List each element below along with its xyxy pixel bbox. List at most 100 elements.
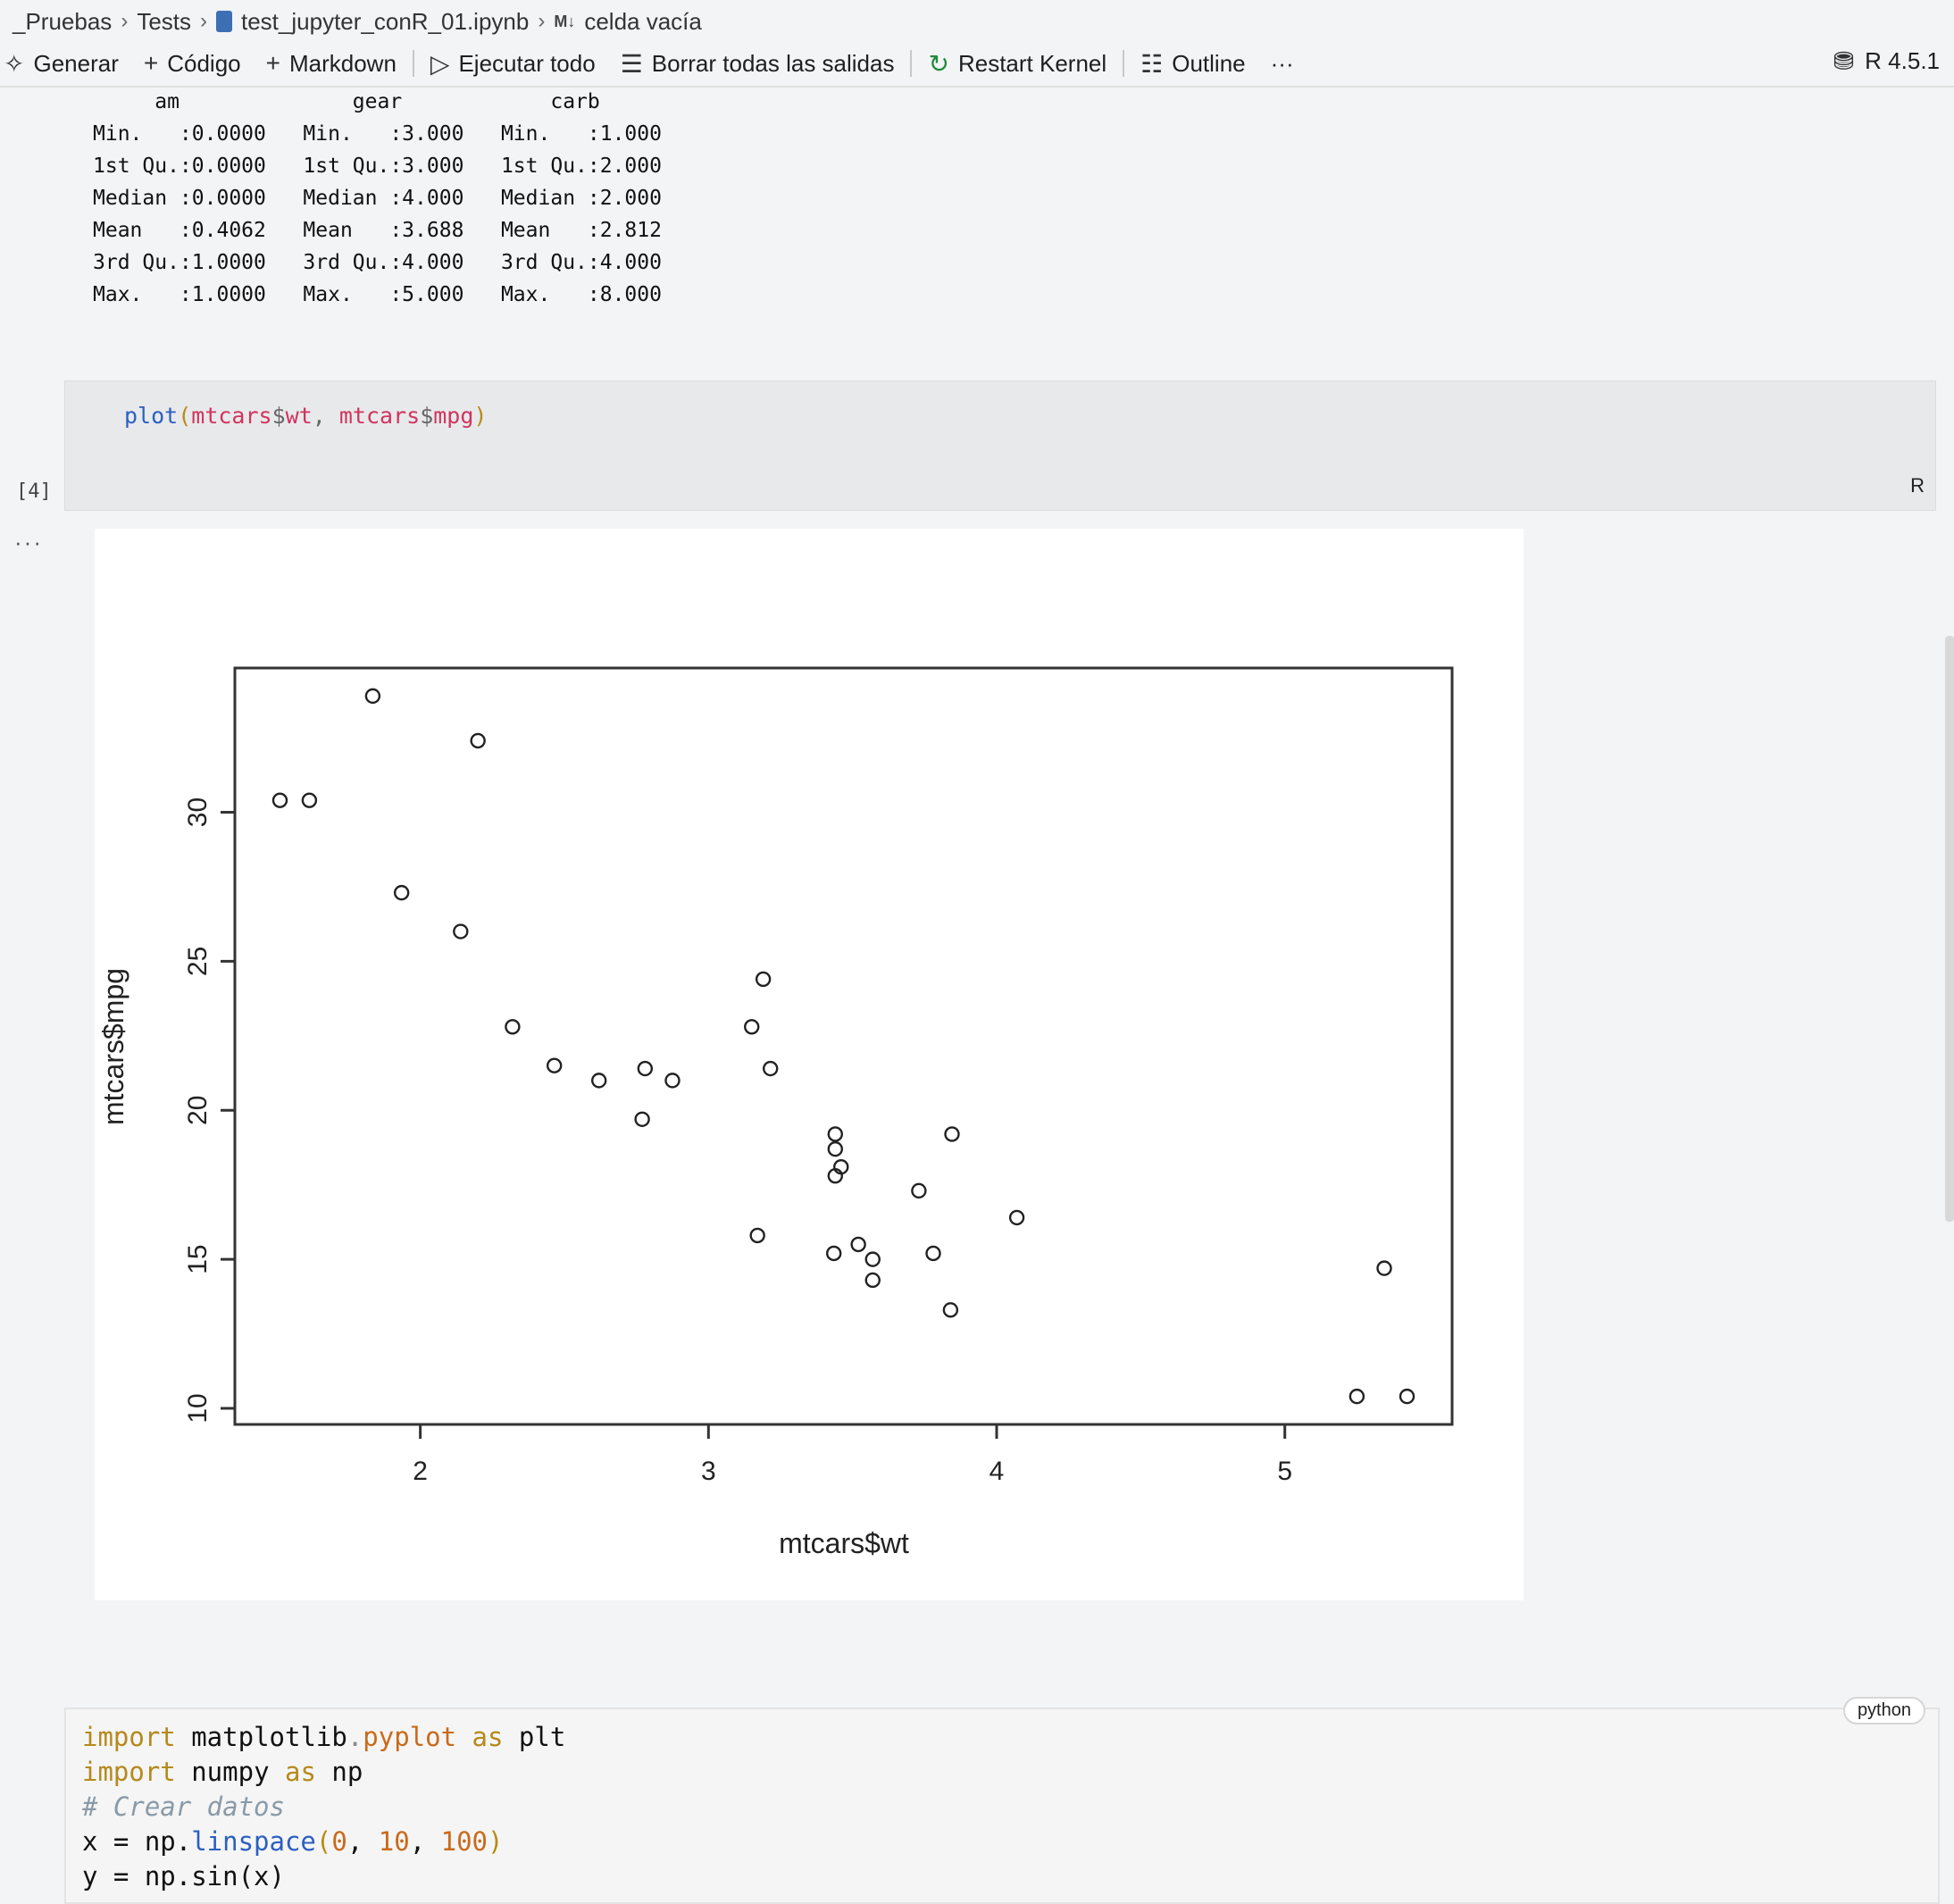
data-point	[864, 1272, 881, 1289]
data-point	[590, 1073, 607, 1089]
data-point	[755, 971, 772, 988]
summary-row: 3rd Qu.:1.0000 3rd Qu.:4.000 3rd Qu.:4.0…	[93, 251, 687, 274]
output-menu-button[interactable]: ···	[14, 529, 43, 556]
data-point	[749, 1227, 765, 1244]
breadcrumb: _Pruebas › Tests › test_jupyter_conR_01.…	[13, 5, 702, 38]
cell-language-label[interactable]: R	[1910, 474, 1925, 497]
code-paren: )	[473, 403, 488, 429]
code-line: y = np.sin(x)	[82, 1861, 285, 1891]
clear-outputs-button[interactable]: ☰ Borrar todas las salidas	[608, 44, 907, 83]
summary-row: Mean :0.4062 Mean :3.688 Mean :2.812	[93, 219, 687, 242]
data-point	[850, 1236, 866, 1253]
data-point	[505, 1019, 521, 1035]
code-arg: mpg	[433, 403, 474, 429]
data-point	[911, 1182, 927, 1199]
chevron-right-icon: ›	[200, 9, 207, 33]
r-code-editor[interactable]: plot(mtcars$wt, mtcars$mpg)	[124, 403, 487, 429]
sparkle-icon: ✧	[4, 49, 25, 78]
run-all-button[interactable]: ▷ Ejecutar todo	[418, 44, 608, 83]
summary-row: 1st Qu.:0.0000 1st Qu.:3.000 1st Qu.:2.0…	[93, 154, 687, 178]
data-point	[942, 1302, 959, 1318]
generate-label: Generar	[33, 49, 119, 77]
toolbar-separator	[412, 50, 414, 77]
data-point	[944, 1126, 960, 1142]
execution-count: [4]	[16, 480, 52, 503]
restart-kernel-label: Restart Kernel	[957, 49, 1107, 77]
data-point	[364, 688, 381, 705]
scatter-plot: 2 3 4 5 10 15 20 25 30 mtcars$wt mtcars$mpg	[97, 666, 1454, 1559]
data-point	[664, 1073, 681, 1089]
cell-language-badge[interactable]: python	[1842, 1697, 1925, 1724]
notebook-toolbar: ✧ Generar + Código + Markdown ▷ Ejecutar…	[0, 41, 1954, 86]
add-markdown-label: Markdown	[288, 49, 397, 77]
run-all-label: Ejecutar todo	[458, 49, 596, 77]
data-point	[470, 732, 486, 749]
code-arg: mtcars	[338, 403, 421, 429]
breadcrumb-item-tests[interactable]: Tests	[137, 8, 191, 36]
y-tick-label: 25	[183, 947, 213, 976]
x-axis-label: mtcars$wt	[779, 1527, 909, 1559]
data-point	[271, 792, 288, 808]
breadcrumb-item-pruebas[interactable]: _Pruebas	[13, 8, 112, 36]
data-point	[827, 1140, 844, 1157]
breadcrumb-item-cell[interactable]: celda vacía	[584, 8, 702, 36]
restart-kernel-button[interactable]: ↻ Restart Kernel	[915, 44, 1119, 83]
clear-all-icon: ☰	[620, 49, 643, 78]
kernel-label: R 4.5.1	[1865, 46, 1940, 74]
data-point	[1376, 1260, 1392, 1276]
summary-row: Min. :0.0000 Min. :3.000 Min. :1.000	[93, 122, 687, 146]
data-point	[925, 1245, 941, 1262]
data-point	[1349, 1388, 1365, 1405]
kernel-icon: ⛃	[1833, 46, 1855, 75]
plus-icon: +	[265, 49, 280, 77]
python-code-editor[interactable]: import matplotlib.pyplot as plt import nu…	[82, 1720, 565, 1894]
summary-output: am gear carb Min. :0.0000 Min. :3.000 Mi…	[93, 86, 687, 311]
toolbar-separator	[1123, 50, 1125, 77]
outline-label: Outline	[1172, 49, 1246, 77]
plot-output: 2 3 4 5 10 15 20 25 30 mtcars$wt mtcars$mpg	[95, 529, 1524, 1600]
generate-button[interactable]: ✧ Generar	[0, 44, 131, 83]
plot-frame	[233, 666, 1454, 1426]
x-tick-label: 5	[1277, 1457, 1292, 1486]
summary-row: Max. :1.0000 Max. :5.000 Max. :8.000	[93, 283, 687, 306]
data-point	[1008, 1209, 1025, 1226]
code-arg: mtcars	[191, 403, 272, 429]
code-op: $	[271, 403, 286, 429]
kernel-picker[interactable]: ⛃ R 4.5.1	[1833, 41, 1940, 80]
data-point	[393, 884, 410, 901]
data-point	[744, 1019, 760, 1035]
summary-row: Median :0.0000 Median :4.000 Median :2.0…	[93, 187, 687, 210]
restart-icon: ↻	[928, 49, 949, 78]
data-point	[762, 1060, 779, 1077]
notebook-icon	[216, 11, 232, 32]
add-code-button[interactable]: + Código	[131, 44, 254, 83]
code-paren: (	[178, 403, 192, 429]
data-point	[637, 1060, 654, 1077]
r-code-cell[interactable]: plot(mtcars$wt, mtcars$mpg) R	[64, 380, 1936, 511]
code-op: $	[420, 403, 434, 429]
data-point	[453, 923, 469, 939]
chevron-right-icon: ›	[121, 9, 129, 33]
code-line: import matplotlib.pyplot as plt	[82, 1722, 566, 1752]
summary-header: am gear carb	[93, 90, 674, 113]
data-point	[301, 792, 318, 808]
outline-button[interactable]: ☷ Outline	[1128, 44, 1258, 83]
add-markdown-button[interactable]: + Markdown	[254, 44, 409, 83]
python-code-cell[interactable]: python import matplotlib.pyplot as plt im…	[64, 1697, 1940, 1904]
toolbar-separator	[910, 50, 913, 77]
code-line: import numpy as np	[82, 1757, 363, 1787]
more-icon: ···	[1270, 49, 1294, 77]
code-arg: wt	[285, 403, 313, 429]
data-point	[546, 1057, 563, 1073]
breadcrumb-item-notebook[interactable]: test_jupyter_conR_01.ipynb	[241, 8, 529, 36]
code-comma: ,	[312, 403, 339, 429]
data-point	[634, 1111, 650, 1127]
y-tick-label: 20	[183, 1096, 213, 1125]
y-tick-label: 30	[183, 798, 213, 827]
vertical-scrollbar[interactable]	[1945, 636, 1954, 1222]
more-actions-button[interactable]: ···	[1258, 44, 1307, 83]
play-icon: ▷	[430, 49, 450, 78]
add-code-label: Código	[167, 49, 241, 77]
data-point	[1399, 1388, 1415, 1405]
list-icon: ☷	[1140, 49, 1164, 78]
